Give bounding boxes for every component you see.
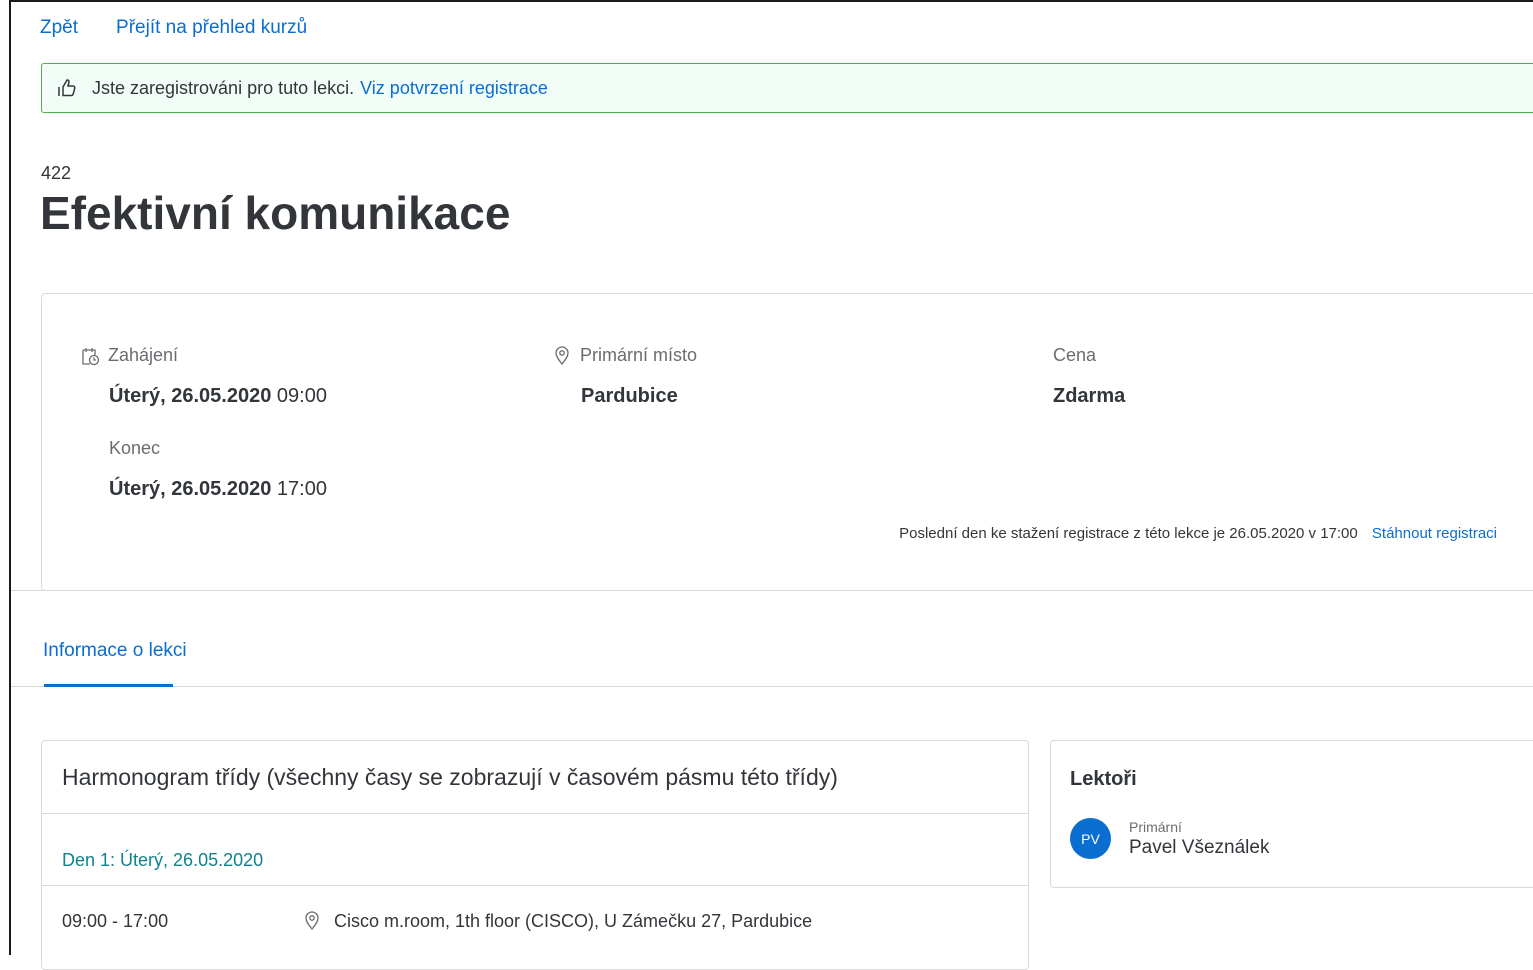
frame-border-left [9,0,11,955]
thumbs-up-icon [56,77,78,99]
registration-banner: Jste zaregistrováni pro tuto lekci. Viz … [41,63,1533,113]
registration-confirmation-link[interactable]: Viz potvrzení registrace [360,78,548,99]
end-label: Konec [109,438,161,458]
withdraw-deadline: Poslední den ke stažení registrace z tét… [899,525,1497,542]
end-date: Úterý, 26.05.2020 [109,478,272,500]
section-divider [11,590,1533,591]
location-label-row: Primární místo [552,345,697,366]
start-value: Úterý, 26.05.2020 09:00 [109,385,327,408]
lector-role: Primární [1129,819,1182,835]
schedule-title: Harmonogram třídy (všechny časy se zobra… [42,741,1028,814]
lectors-card: Lektoři PV Primární Pavel Všeználek [1050,740,1533,888]
deadline-text: Poslední den ke stažení registrace z tét… [899,525,1358,542]
schedule-day: Den 1: Úterý, 26.05.2020 [42,814,1028,886]
tab-selected-indicator [44,684,173,687]
location-value: Pardubice [581,385,678,407]
start-label-row: Zahájení [80,345,178,366]
withdraw-registration-link[interactable]: Stáhnout registraci [1372,525,1497,542]
avatar[interactable]: PV [1070,818,1111,859]
price-value: Zdarma [1053,385,1126,407]
slot-location-row: Cisco m.room, 1th floor (CISCO), U Zámeč… [302,911,812,932]
course-details-card: Zahájení Úterý, 26.05.2020 09:00 Konec Ú… [41,293,1533,591]
banner-message: Jste zaregistrováni pro tuto lekci. [92,77,355,98]
course-id: 422 [41,163,72,183]
map-pin-icon [552,345,572,366]
start-time: 09:00 [276,385,327,407]
page-title: Efektivní komunikace [40,187,511,239]
calendar-icon [80,346,100,366]
tab-bar-line [11,686,1533,687]
slot-time: 09:00 - 17:00 [62,910,169,931]
price-label: Cena [1053,345,1097,365]
schedule-slot: 09:00 - 17:00 Cisco m.room, 1th floor (C… [42,886,1028,956]
map-pin-icon [302,911,322,931]
end-time: 17:00 [276,478,327,500]
course-overview-link[interactable]: Přejít na přehled kurzů [116,17,307,39]
location-label: Primární místo [580,345,698,365]
top-nav: Zpět Přejít na přehled kurzů [40,17,307,39]
end-value: Úterý, 26.05.2020 17:00 [109,478,327,501]
frame-border-top [9,0,1533,2]
slot-location: Cisco m.room, 1th floor (CISCO), U Zámeč… [334,910,813,931]
tab-course-info[interactable]: Informace o lekci [43,640,187,662]
lectors-heading: Lektoři [1070,768,1137,790]
start-date: Úterý, 26.05.2020 [109,385,272,407]
lector-name[interactable]: Pavel Všeználek [1129,837,1269,859]
class-schedule-card: Harmonogram třídy (všechny časy se zobra… [41,740,1029,970]
start-label: Zahájení [108,345,179,365]
back-link[interactable]: Zpět [40,17,78,39]
